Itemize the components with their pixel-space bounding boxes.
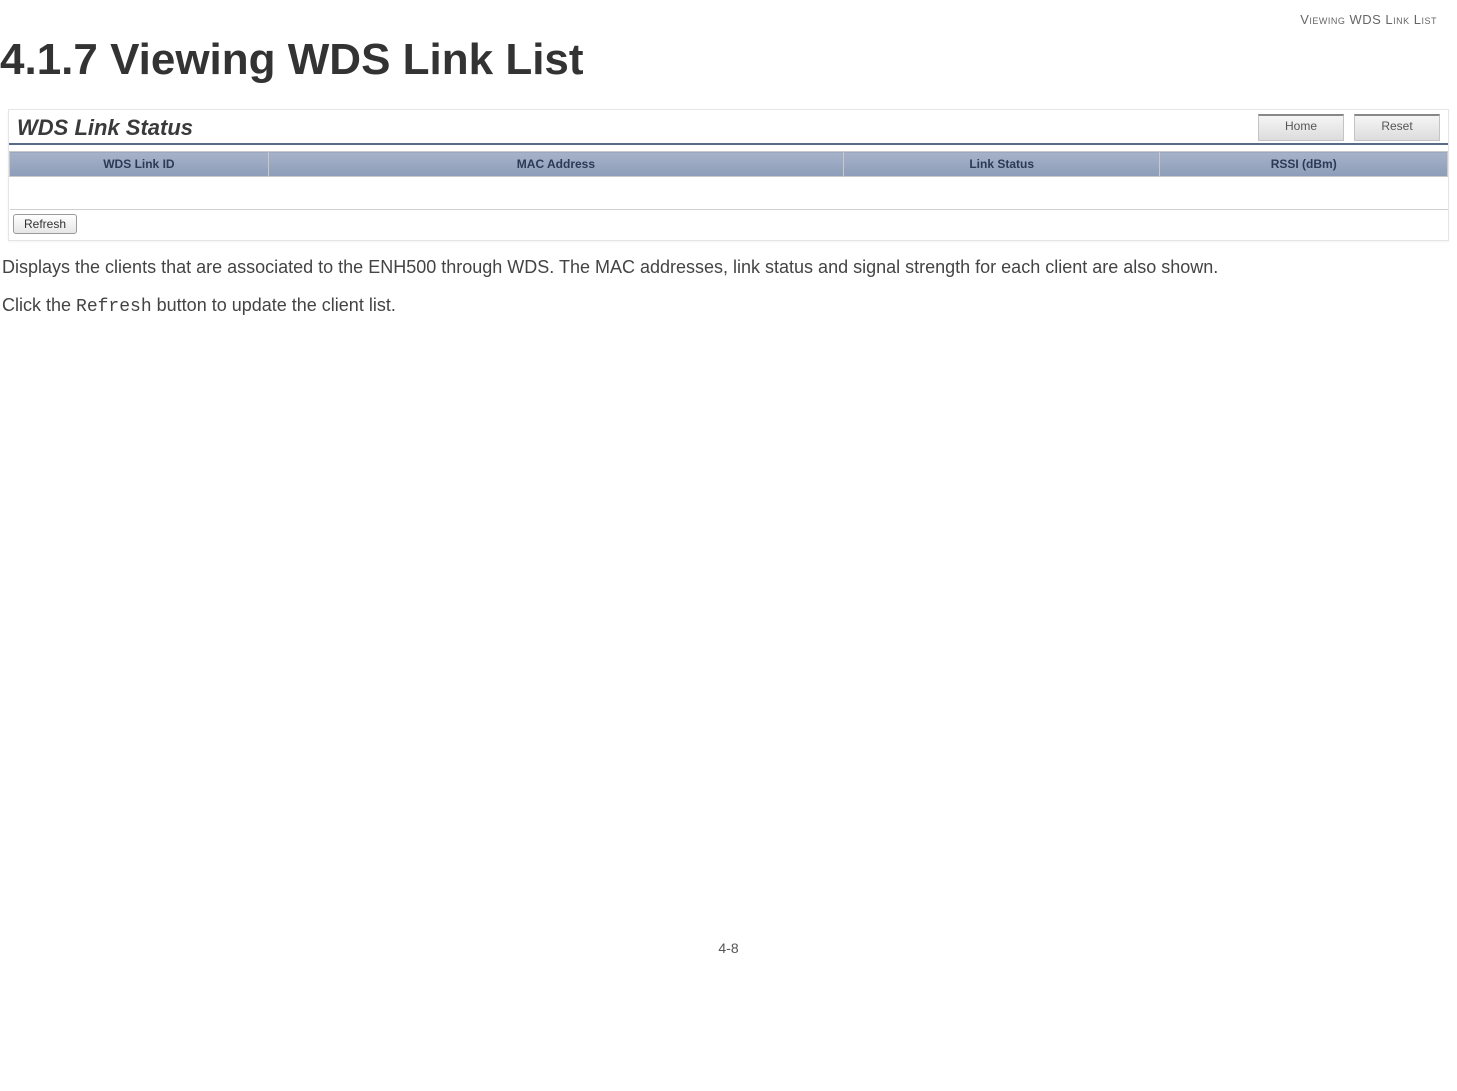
status-bar: WDS Link Status Home Reset (9, 110, 1448, 145)
wds-link-table: WDS Link ID MAC Address Link Status RSSI… (9, 151, 1448, 210)
panel-title: WDS Link Status (17, 115, 193, 141)
p2-refresh-literal: Refresh (76, 297, 152, 317)
col-header-rssi: RSSI (dBm) (1160, 152, 1448, 177)
reset-button[interactable]: Reset (1354, 114, 1440, 141)
table-row-empty (10, 177, 1448, 210)
refresh-row: Refresh (9, 210, 1448, 240)
description-paragraph-2: Click the Refresh button to update the c… (2, 293, 1447, 319)
col-header-link-status: Link Status (844, 152, 1160, 177)
section-heading: 4.1.7 Viewing WDS Link List (0, 35, 1457, 85)
refresh-button[interactable]: Refresh (13, 214, 77, 234)
home-button[interactable]: Home (1258, 114, 1344, 141)
wds-table-wrap: WDS Link ID MAC Address Link Status RSSI… (9, 151, 1448, 210)
col-header-mac-address: MAC Address (268, 152, 843, 177)
p2-prefix: Click the (2, 295, 76, 315)
p2-suffix: button to update the client list. (152, 295, 396, 315)
wds-screenshot-embed: WDS Link Status Home Reset WDS Link ID M… (8, 109, 1449, 241)
panel-nav-buttons: Home Reset (1258, 114, 1440, 141)
col-header-wds-link-id: WDS Link ID (10, 152, 269, 177)
page-number: 4-8 (0, 940, 1457, 976)
page-header-small: Viewing WDS Link List (0, 0, 1457, 27)
description-paragraph-1: Displays the clients that are associated… (2, 255, 1447, 279)
